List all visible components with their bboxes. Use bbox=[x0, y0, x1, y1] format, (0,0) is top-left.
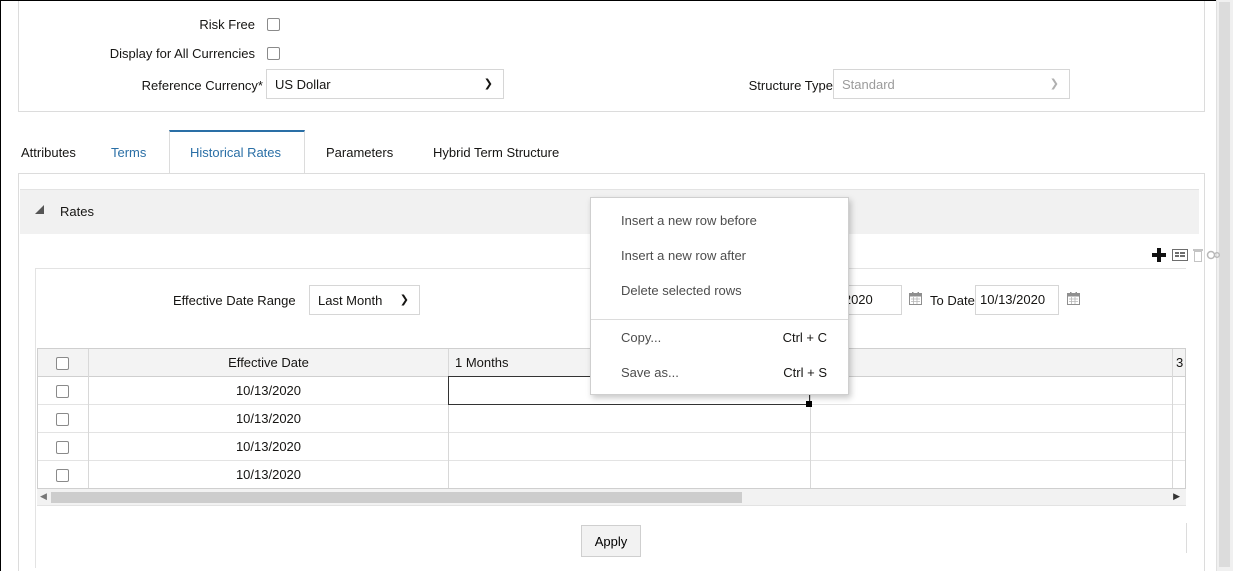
row-checkbox[interactable] bbox=[56, 385, 69, 398]
rate-cell[interactable] bbox=[811, 433, 1173, 461]
effective-date-range-value: Last Month bbox=[318, 292, 383, 308]
to-date-value: 10/13/2020 bbox=[980, 292, 1046, 307]
menu-item-insert-row-after[interactable]: Insert a new row after bbox=[621, 248, 746, 263]
window-border-left bbox=[0, 0, 1, 571]
structure-type-label: Structure Type* bbox=[748, 78, 838, 93]
reference-currency-select[interactable]: US Dollar ❯ bbox=[266, 69, 504, 99]
menu-item-copy[interactable]: Copy... bbox=[621, 330, 661, 345]
tab-historical-rates[interactable]: Historical Rates bbox=[190, 145, 281, 160]
row-select-cell bbox=[38, 377, 89, 405]
apply-button[interactable]: Apply bbox=[581, 525, 641, 557]
select-all-checkbox[interactable] bbox=[56, 357, 69, 370]
chevron-down-icon: ❯ bbox=[483, 78, 493, 90]
column-header[interactable]: 3 bbox=[1173, 349, 1185, 377]
collapse-triangle-icon[interactable] bbox=[35, 205, 44, 214]
rate-cell[interactable] bbox=[1173, 461, 1185, 488]
to-date-label: To Date bbox=[930, 293, 975, 308]
effective-date-range-label: Effective Date Range bbox=[173, 293, 296, 308]
save-as-shortcut: Ctrl + S bbox=[783, 365, 827, 380]
effective-date-cell[interactable]: 10/13/2020 bbox=[89, 377, 449, 405]
rate-cell[interactable] bbox=[449, 433, 811, 461]
chevron-down-icon: ❯ bbox=[399, 294, 409, 306]
copy-shortcut: Ctrl + C bbox=[782, 330, 827, 345]
export-icon[interactable] bbox=[1171, 246, 1189, 264]
effective-date-cell[interactable]: 10/13/2020 bbox=[89, 433, 449, 461]
scroll-left-arrow-icon[interactable]: ◀ bbox=[40, 491, 47, 502]
page-scrollbar-thumb[interactable] bbox=[1219, 2, 1230, 567]
add-icon[interactable] bbox=[1151, 246, 1167, 264]
table-row[interactable]: 10/13/2020 bbox=[38, 405, 1185, 433]
row-select-cell bbox=[38, 433, 89, 461]
structure-type-value: Standard bbox=[842, 76, 895, 92]
risk-free-label: Risk Free bbox=[199, 17, 255, 32]
rate-cell[interactable] bbox=[811, 377, 1173, 405]
rate-cell[interactable] bbox=[1173, 377, 1185, 405]
reference-currency-value: US Dollar bbox=[275, 76, 331, 92]
column-header[interactable]: nths bbox=[811, 349, 1173, 377]
effective-date-cell[interactable]: 10/13/2020 bbox=[89, 461, 449, 488]
row-select-cell bbox=[38, 461, 89, 488]
table-horizontal-scrollbar[interactable]: ◀ ▶ bbox=[37, 489, 1186, 506]
fill-handle[interactable] bbox=[806, 401, 812, 407]
menu-item-delete-selected-rows[interactable]: Delete selected rows bbox=[621, 283, 742, 298]
structure-type-select: Standard ❯ bbox=[833, 69, 1070, 99]
rate-cell[interactable] bbox=[811, 461, 1173, 488]
tab-hybrid-term-structure[interactable]: Hybrid Term Structure bbox=[433, 145, 559, 160]
context-menu: Insert a new row before Insert a new row… bbox=[590, 197, 849, 395]
effective-date-cell[interactable]: 10/13/2020 bbox=[89, 405, 449, 433]
table-row[interactable]: 10/13/2020 bbox=[38, 461, 1185, 488]
header-select-cell bbox=[38, 349, 89, 377]
menu-item-insert-row-before[interactable]: Insert a new row before bbox=[621, 213, 757, 228]
rate-cell[interactable] bbox=[811, 405, 1173, 433]
tab-attributes[interactable]: Attributes bbox=[21, 145, 76, 160]
scroll-right-arrow-icon[interactable]: ▶ bbox=[1173, 491, 1180, 502]
rate-cell[interactable] bbox=[449, 405, 811, 433]
delete-icon[interactable] bbox=[1192, 246, 1204, 264]
display-all-currencies-label: Display for All Currencies bbox=[109, 46, 255, 61]
rate-cell[interactable] bbox=[1173, 405, 1185, 433]
menu-divider bbox=[591, 319, 848, 320]
tab-parameters[interactable]: Parameters bbox=[326, 145, 393, 160]
reference-currency-label: Reference Currency* bbox=[141, 78, 263, 93]
rate-cell[interactable] bbox=[1173, 433, 1185, 461]
table-row[interactable]: 10/13/2020 bbox=[38, 433, 1185, 461]
calendar-icon[interactable] bbox=[909, 292, 922, 305]
row-checkbox[interactable] bbox=[56, 469, 69, 482]
effective-date-range-select[interactable]: Last Month ❯ bbox=[309, 285, 420, 315]
rate-cell[interactable] bbox=[449, 461, 811, 488]
row-select-cell bbox=[38, 405, 89, 433]
tab-terms[interactable]: Terms bbox=[111, 145, 146, 160]
menu-item-save-as[interactable]: Save as... bbox=[621, 365, 679, 380]
rates-section-title: Rates bbox=[60, 204, 94, 219]
display-all-currencies-checkbox[interactable] bbox=[267, 47, 280, 60]
risk-free-checkbox[interactable] bbox=[267, 18, 280, 31]
table-scrollbar-thumb[interactable] bbox=[51, 492, 742, 503]
settings-icon[interactable] bbox=[1206, 246, 1220, 264]
column-header[interactable]: Effective Date bbox=[89, 349, 449, 377]
to-date-input[interactable]: 10/13/2020 bbox=[975, 285, 1059, 315]
row-checkbox[interactable] bbox=[56, 441, 69, 454]
row-checkbox[interactable] bbox=[56, 413, 69, 426]
chevron-down-icon: ❯ bbox=[1049, 78, 1059, 90]
divider bbox=[1186, 523, 1187, 553]
calendar-icon[interactable] bbox=[1067, 292, 1080, 305]
